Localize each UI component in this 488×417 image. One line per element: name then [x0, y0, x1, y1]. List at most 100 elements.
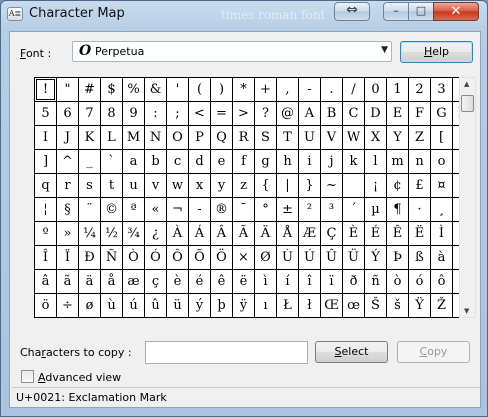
character-cell[interactable]: N: [145, 126, 167, 150]
advanced-view-checkbox[interactable]: [21, 370, 34, 383]
character-cell[interactable]: #: [79, 78, 101, 102]
character-cell[interactable]: ¡: [365, 174, 387, 198]
character-cell[interactable]: ¬: [167, 198, 189, 222]
character-cell[interactable]: -: [299, 78, 321, 102]
character-cell[interactable]: È: [343, 222, 365, 246]
character-cell[interactable]: 2: [409, 78, 431, 102]
character-cell[interactable]: O: [167, 126, 189, 150]
character-cell[interactable]: -: [189, 198, 211, 222]
character-cell[interactable]: =: [211, 102, 233, 126]
character-cell[interactable]: Ê: [387, 222, 409, 246]
character-cell[interactable]: ^: [57, 150, 79, 174]
character-cell[interactable]: m: [387, 150, 409, 174]
character-cell[interactable]: ¤: [431, 174, 453, 198]
characters-to-copy-input[interactable]: [145, 341, 308, 364]
character-cell[interactable]: ı: [255, 294, 277, 318]
character-cell[interactable]: ó: [409, 270, 431, 294]
character-cell[interactable]: Ï: [57, 246, 79, 270]
character-cell[interactable]: ;: [167, 102, 189, 126]
character-cell[interactable]: `: [101, 150, 123, 174]
character-cell[interactable]: Þ: [387, 246, 409, 270]
character-cell[interactable]: Á: [189, 222, 211, 246]
character-cell[interactable]: M: [123, 126, 145, 150]
character-cell[interactable]: y: [211, 174, 233, 198]
character-cell[interactable]: B: [321, 102, 343, 126]
character-cell[interactable]: v: [145, 174, 167, 198]
character-cell[interactable]: à: [431, 246, 453, 270]
character-cell[interactable]: }: [299, 174, 321, 198]
character-cell[interactable]: a: [123, 150, 145, 174]
character-cell[interactable]: š: [387, 294, 409, 318]
character-cell[interactable]: ä: [79, 270, 101, 294]
character-cell[interactable]: &: [145, 78, 167, 102]
character-cell[interactable]: U: [299, 126, 321, 150]
character-cell[interactable]: W: [343, 126, 365, 150]
character-cell[interactable]: ¾: [123, 222, 145, 246]
character-cell[interactable]: ß: [409, 246, 431, 270]
character-cell[interactable]: o: [431, 150, 453, 174]
help-button[interactable]: Help: [400, 41, 473, 63]
character-cell[interactable]: ~: [321, 174, 343, 198]
character-cell[interactable]: ç: [145, 270, 167, 294]
character-cell[interactable]: À: [167, 222, 189, 246]
character-cell[interactable]: T: [277, 126, 299, 150]
character-cell[interactable]: Ž: [431, 294, 453, 318]
character-cell[interactable]: ü: [167, 294, 189, 318]
character-cell[interactable]: Ø: [255, 246, 277, 270]
character-cell[interactable]: +: [255, 78, 277, 102]
character-cell[interactable]: ¼: [79, 222, 101, 246]
character-cell[interactable]: ú: [123, 294, 145, 318]
character-cell[interactable]: k: [343, 150, 365, 174]
character-cell[interactable]: 6: [57, 102, 79, 126]
character-cell[interactable]: Ô: [167, 246, 189, 270]
character-cell[interactable]: t: [101, 174, 123, 198]
character-cell[interactable]: R: [233, 126, 255, 150]
character-cell[interactable]: |: [277, 174, 299, 198]
character-cell[interactable]: Ð: [79, 246, 101, 270]
character-cell[interactable]: ,: [277, 78, 299, 102]
character-cell[interactable]: I: [35, 126, 57, 150]
character-cell[interactable]: Ù: [277, 246, 299, 270]
character-cell[interactable]: ô: [431, 270, 453, 294]
character-cell[interactable]: ò: [387, 270, 409, 294]
character-cell[interactable]: !: [35, 78, 57, 102]
character-cell[interactable]: [343, 174, 365, 198]
character-cell[interactable]: ±: [277, 198, 299, 222]
character-cell[interactable]: %: [123, 78, 145, 102]
chevron-down-icon[interactable]: ▼: [381, 45, 388, 55]
character-cell[interactable]: _: [79, 150, 101, 174]
character-cell[interactable]: ð: [343, 270, 365, 294]
character-cell[interactable]: Œ: [321, 294, 343, 318]
character-cell[interactable]: Q: [211, 126, 233, 150]
character-cell[interactable]: û: [145, 294, 167, 318]
character-cell[interactable]: Z: [409, 126, 431, 150]
character-cell[interactable]: Ã: [233, 222, 255, 246]
character-cell[interactable]: ë: [233, 270, 255, 294]
character-cell[interactable]: ł: [299, 294, 321, 318]
grid-scrollbar[interactable]: ▲ ▼: [459, 77, 476, 318]
character-grid[interactable]: !"#$%&'()*+,-./0123456789:;<=>?@ABCDEFGH…: [34, 77, 475, 318]
character-cell[interactable]: w: [167, 174, 189, 198]
scrollbar-thumb[interactable]: [461, 95, 474, 112]
character-cell[interactable]: É: [365, 222, 387, 246]
scroll-up-arrow-icon[interactable]: ▲: [464, 80, 469, 88]
character-cell[interactable]: Š: [365, 294, 387, 318]
character-cell[interactable]: 9: [123, 102, 145, 126]
character-cell[interactable]: ÷: [57, 294, 79, 318]
character-cell[interactable]: P: [189, 126, 211, 150]
character-cell[interactable]: ·: [409, 198, 431, 222]
character-cell[interactable]: ý: [189, 294, 211, 318]
character-cell[interactable]: ": [57, 78, 79, 102]
character-cell[interactable]: E: [387, 102, 409, 126]
character-cell[interactable]: Ä: [255, 222, 277, 246]
character-cell[interactable]: 5: [35, 102, 57, 126]
character-cell[interactable]: ñ: [365, 270, 387, 294]
character-cell[interactable]: ¿: [145, 222, 167, 246]
character-cell[interactable]: Ó: [145, 246, 167, 270]
character-cell[interactable]: x: [189, 174, 211, 198]
character-cell[interactable]: D: [365, 102, 387, 126]
character-cell[interactable]: S: [255, 126, 277, 150]
character-cell[interactable]: 0: [365, 78, 387, 102]
character-cell[interactable]: d: [189, 150, 211, 174]
character-cell[interactable]: ©: [101, 198, 123, 222]
